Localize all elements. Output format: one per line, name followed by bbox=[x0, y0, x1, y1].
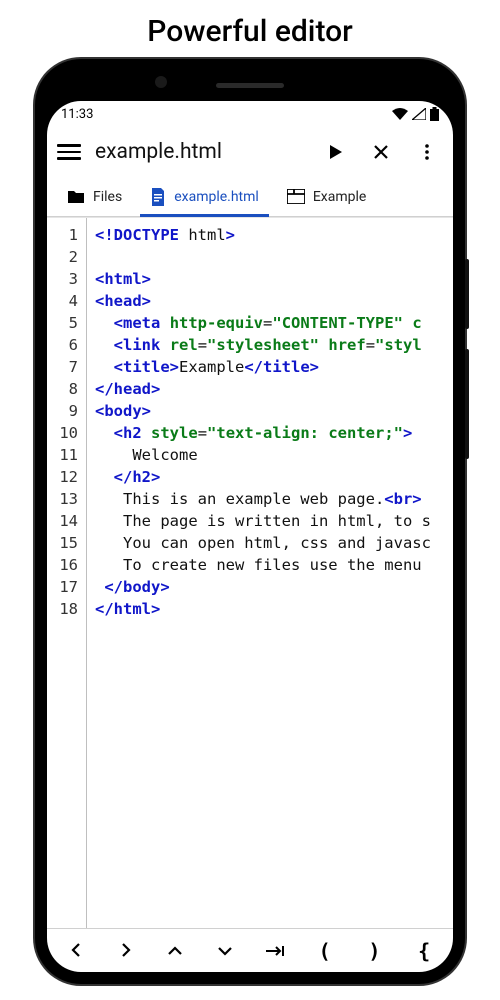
tab-label: Example bbox=[313, 189, 366, 205]
line-number: 16 bbox=[47, 554, 78, 576]
line-number: 6 bbox=[47, 334, 78, 356]
code-line[interactable]: <link rel="stylesheet" href="styl bbox=[95, 334, 453, 356]
status-time: 11:33 bbox=[61, 107, 93, 122]
code-line[interactable]: <body> bbox=[95, 400, 453, 422]
line-number: 4 bbox=[47, 290, 78, 312]
tab-label: Files bbox=[93, 189, 122, 205]
symbol-toolbar: ( ) { bbox=[47, 928, 453, 972]
phone-side-button bbox=[465, 349, 469, 459]
phone-frame: 11:33 example.html bbox=[35, 59, 465, 984]
app-bar: example.html bbox=[47, 127, 453, 177]
chevron-up-icon bbox=[167, 944, 183, 958]
nav-down-button[interactable] bbox=[200, 939, 250, 963]
line-number: 10 bbox=[47, 422, 78, 444]
line-number: 1 bbox=[47, 224, 78, 246]
brace-open-button[interactable]: { bbox=[399, 939, 449, 963]
line-number: 11 bbox=[47, 444, 78, 466]
line-number: 15 bbox=[47, 532, 78, 554]
code-editor[interactable]: 123456789101112131415161718 <!DOCTYPE ht… bbox=[47, 217, 453, 928]
code-line[interactable]: </html> bbox=[95, 598, 453, 620]
tab-example-preview[interactable]: Example bbox=[273, 177, 380, 216]
browser-icon bbox=[287, 189, 305, 204]
code-line[interactable]: </head> bbox=[95, 378, 453, 400]
code-line[interactable]: To create new files use the menu bbox=[95, 554, 453, 576]
line-number: 14 bbox=[47, 510, 78, 532]
tab-example-html[interactable]: example.html bbox=[136, 177, 273, 216]
play-icon bbox=[326, 143, 344, 161]
code-line[interactable] bbox=[95, 246, 453, 268]
battery-icon bbox=[430, 107, 439, 121]
folder-icon bbox=[67, 189, 85, 205]
nav-right-button[interactable] bbox=[101, 939, 151, 963]
line-number: 12 bbox=[47, 466, 78, 488]
app-title: example.html bbox=[95, 140, 305, 164]
page-title: Powerful editor bbox=[147, 0, 352, 59]
signal-icon bbox=[412, 108, 426, 120]
paren-close-button[interactable]: ) bbox=[350, 939, 400, 963]
code-line[interactable]: <head> bbox=[95, 290, 453, 312]
paren-open-button[interactable]: ( bbox=[300, 939, 350, 963]
close-icon bbox=[372, 143, 390, 161]
code-line[interactable]: <title>Example</title> bbox=[95, 356, 453, 378]
file-icon bbox=[150, 188, 166, 206]
wifi-icon bbox=[392, 108, 408, 120]
line-gutter: 123456789101112131415161718 bbox=[47, 218, 87, 928]
chevron-right-icon bbox=[119, 942, 133, 958]
line-number: 7 bbox=[47, 356, 78, 378]
code-line[interactable]: Welcome bbox=[95, 444, 453, 466]
tab-label: example.html bbox=[174, 189, 259, 205]
line-number: 3 bbox=[47, 268, 78, 290]
code-line[interactable]: You can open html, css and javasc bbox=[95, 532, 453, 554]
line-number: 8 bbox=[47, 378, 78, 400]
chevron-left-icon bbox=[69, 942, 83, 958]
nav-left-button[interactable] bbox=[51, 939, 101, 963]
run-button[interactable] bbox=[319, 136, 351, 168]
code-line[interactable]: <meta http-equiv="CONTENT-TYPE" c bbox=[95, 312, 453, 334]
tab-key-button[interactable] bbox=[250, 939, 300, 963]
overflow-button[interactable] bbox=[411, 136, 443, 168]
status-bar: 11:33 bbox=[47, 101, 453, 127]
phone-screen: 11:33 example.html bbox=[47, 101, 453, 972]
chevron-down-icon bbox=[217, 944, 233, 958]
code-line[interactable]: The page is written in html, to s bbox=[95, 510, 453, 532]
menu-button[interactable] bbox=[57, 140, 81, 164]
code-line[interactable]: <html> bbox=[95, 268, 453, 290]
tab-icon bbox=[264, 944, 286, 958]
tab-bar: Files example.html Example bbox=[47, 177, 453, 217]
dots-vertical-icon bbox=[418, 143, 436, 161]
line-number: 17 bbox=[47, 576, 78, 598]
code-line[interactable]: </body> bbox=[95, 576, 453, 598]
line-number: 5 bbox=[47, 312, 78, 334]
close-button[interactable] bbox=[365, 136, 397, 168]
line-number: 13 bbox=[47, 488, 78, 510]
status-icons bbox=[392, 107, 439, 121]
code-area[interactable]: <!DOCTYPE html> <html><head> <meta http-… bbox=[87, 218, 453, 928]
tab-files[interactable]: Files bbox=[53, 177, 136, 216]
code-line[interactable]: </h2> bbox=[95, 466, 453, 488]
code-line[interactable]: <h2 style="text-align: center;"> bbox=[95, 422, 453, 444]
code-line[interactable]: This is an example web page.<br> bbox=[95, 488, 453, 510]
phone-side-button bbox=[465, 259, 469, 329]
line-number: 9 bbox=[47, 400, 78, 422]
line-number: 18 bbox=[47, 598, 78, 620]
line-number: 2 bbox=[47, 246, 78, 268]
nav-up-button[interactable] bbox=[151, 939, 201, 963]
code-line[interactable]: <!DOCTYPE html> bbox=[95, 224, 453, 246]
